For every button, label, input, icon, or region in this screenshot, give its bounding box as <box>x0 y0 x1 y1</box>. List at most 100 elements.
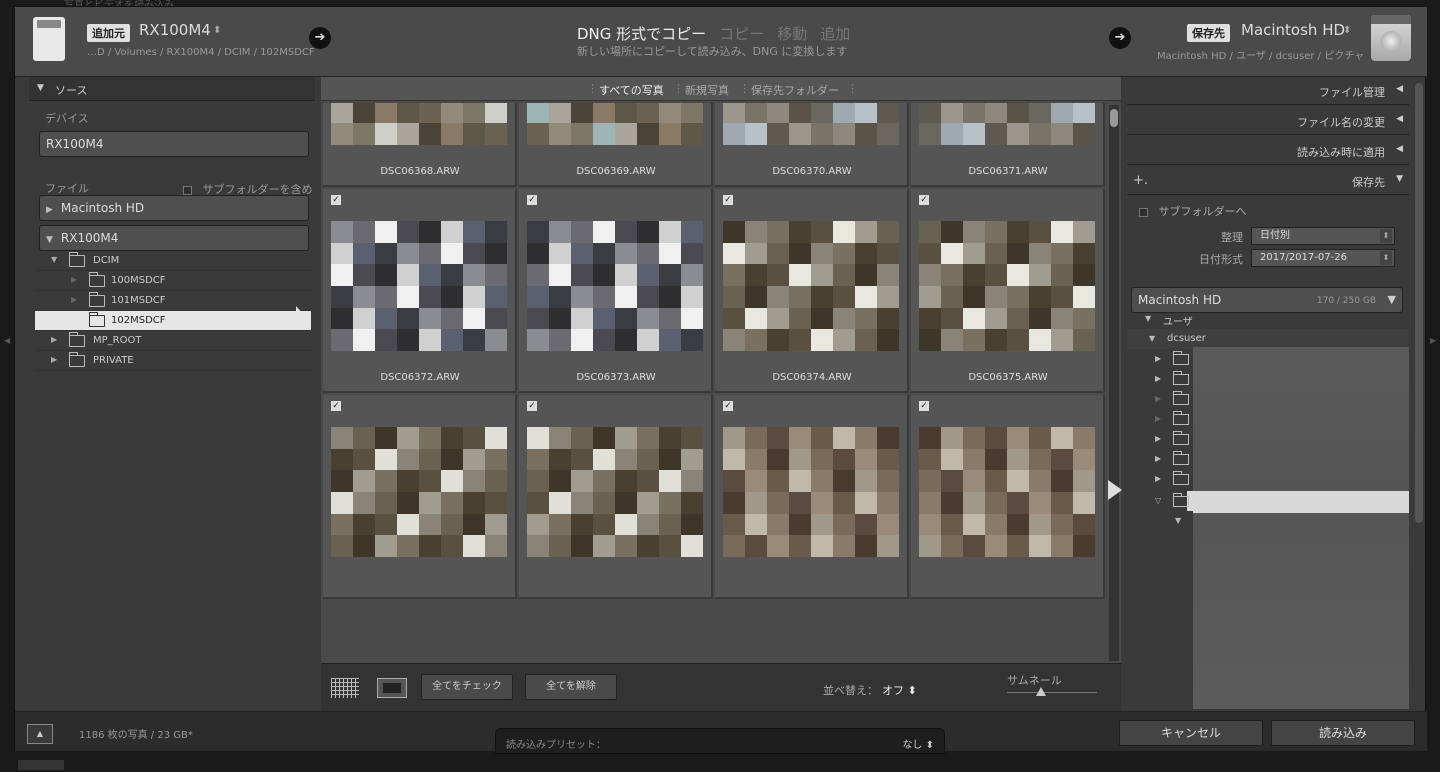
thumbnail-checkbox[interactable]: ✓ <box>527 195 537 205</box>
check-all-button[interactable]: 全てをチェック <box>421 674 513 700</box>
expand-triangle-icon[interactable]: ▶ <box>1155 474 1161 483</box>
tab-destination-folders[interactable]: 保存先フォルダー <box>751 82 839 98</box>
collapse-triangle-icon[interactable]: ▽ <box>1155 496 1161 505</box>
thumbnail-cell[interactable]: ✓DSC06368.ARW <box>323 103 517 187</box>
thumbnail-image[interactable] <box>527 427 703 557</box>
thumbnail-cell[interactable]: ✓DSC06370.ARW <box>715 103 909 187</box>
dest-arrow-icon[interactable]: ➔ <box>1109 27 1131 49</box>
tree-row-users[interactable]: ▼ ユーザ <box>1127 309 1409 329</box>
device-rx100m4-button[interactable]: RX100M4 <box>39 131 309 157</box>
folder-row-101msdcf[interactable]: ▶ 101MSDCF <box>35 291 311 311</box>
uncheck-all-button[interactable]: 全てを解除 <box>525 674 617 700</box>
thumbnail-checkbox[interactable]: ✓ <box>331 195 341 205</box>
thumbnail-cell[interactable]: ✓ DSC06373.ARW <box>519 189 713 393</box>
thumbnail-image[interactable] <box>331 221 507 351</box>
mode-move[interactable]: 移動 <box>777 25 807 43</box>
thumbnail-size-slider[interactable] <box>1007 692 1097 693</box>
thumbnail-image[interactable] <box>919 103 1095 145</box>
thumbnail-image[interactable] <box>723 427 899 557</box>
dest-name[interactable]: Macintosh HD <box>1241 21 1345 39</box>
tab-new-photos[interactable]: 新規写真 <box>685 82 729 98</box>
sort-value[interactable]: オフ ⬍ <box>882 684 917 697</box>
tree-row-dcsuser[interactable]: ▼ dcsuser <box>1127 329 1409 349</box>
thumbnail-checkbox[interactable]: ✓ <box>919 195 929 205</box>
file-rename-header[interactable]: ファイル名の変更 ◀ <box>1127 107 1409 135</box>
source-panel-header[interactable]: ▼ ソース <box>29 77 315 101</box>
date-format-select[interactable]: 2017/2017-07-26 ⬍ <box>1251 249 1395 267</box>
left-edge-arrow-icon[interactable]: ◀ <box>4 336 10 345</box>
thumbnail-image[interactable] <box>331 103 507 145</box>
into-subfolder-option[interactable]: サブフォルダーへ <box>1139 203 1247 219</box>
expand-triangle-icon: ▶ <box>71 295 78 304</box>
folder-row-102msdcf[interactable]: 102MSDCF <box>35 311 311 331</box>
expand-triangle-icon[interactable]: ▶ <box>51 355 57 364</box>
memory-card-icon[interactable] <box>33 17 65 61</box>
collapse-triangle-icon[interactable]: ▼ <box>51 255 57 264</box>
mode-copy-dng[interactable]: DNG 形式でコピー <box>577 25 706 43</box>
expand-triangle-icon[interactable]: ▶ <box>1155 454 1161 463</box>
destination-header[interactable]: +. 保存先 ▼ <box>1127 167 1409 195</box>
thumbnail-image[interactable] <box>723 221 899 351</box>
collapse-up-button[interactable]: ▲ <box>27 724 53 744</box>
hard-drive-icon[interactable] <box>1371 15 1411 61</box>
sort-control[interactable]: 並べ替え： オフ ⬍ <box>823 682 917 698</box>
collapse-triangle-icon[interactable]: ▼ <box>1145 314 1151 323</box>
include-subfolders-checkbox[interactable] <box>183 185 192 195</box>
preset-value[interactable]: なし ⬍ <box>902 736 934 751</box>
expand-triangle-icon[interactable]: ▶ <box>1155 434 1161 443</box>
thumbnail-cell[interactable]: ✓ <box>911 395 1105 599</box>
tab-all-photos[interactable]: すべての写真 <box>599 82 664 98</box>
thumbnail-cell[interactable]: ✓ <box>323 395 517 599</box>
volume-rx100m4[interactable]: ▼ RX100M4 <box>39 225 309 251</box>
thumbnail-image[interactable] <box>723 103 899 145</box>
thumbnail-image[interactable] <box>919 427 1095 557</box>
thumbnail-checkbox[interactable]: ✓ <box>723 401 733 411</box>
source-arrow-icon[interactable]: ➔ <box>309 27 331 49</box>
slider-knob[interactable] <box>1036 687 1046 696</box>
volume-macintosh-hd[interactable]: ▶ Macintosh HD <box>39 195 309 221</box>
expand-triangle-icon[interactable]: ▶ <box>1155 374 1161 383</box>
thumbnail-cell[interactable]: ✓ <box>519 395 713 599</box>
grid-scrollbar[interactable] <box>1109 105 1119 661</box>
add-folder-icon[interactable]: +. <box>1133 173 1148 188</box>
thumbnail-checkbox[interactable]: ✓ <box>527 401 537 411</box>
scrollbar-knob[interactable] <box>1110 109 1118 127</box>
mode-add[interactable]: 追加 <box>820 25 850 43</box>
expand-triangle-icon[interactable]: ▶ <box>51 335 57 344</box>
thumbnail-cell[interactable]: ✓DSC06369.ARW <box>519 103 713 187</box>
thumbnail-image[interactable] <box>919 221 1095 351</box>
thumbnail-checkbox[interactable]: ✓ <box>723 195 733 205</box>
import-button[interactable]: 読み込み <box>1271 720 1415 746</box>
folder-row-mp-root[interactable]: ▶ MP_ROOT <box>35 331 311 351</box>
cancel-button[interactable]: キャンセル <box>1119 720 1263 746</box>
loupe-view-icon[interactable] <box>377 678 407 698</box>
file-handling-header[interactable]: ファイル管理 ◀ <box>1127 77 1409 105</box>
import-preset-select[interactable]: 読み込みプリセット： なし ⬍ <box>495 728 945 754</box>
thumbnail-cell[interactable]: ✓ DSC06375.ARW <box>911 189 1105 393</box>
thumbnail-checkbox[interactable]: ✓ <box>919 401 929 411</box>
thumbnail-cell[interactable]: ✓ DSC06374.ARW <box>715 189 909 393</box>
source-caret-icon[interactable]: ⬍ <box>213 25 221 36</box>
into-subfolder-checkbox[interactable] <box>1139 207 1148 217</box>
dest-caret-icon[interactable]: ⬍ <box>1343 25 1351 36</box>
collapse-triangle-icon[interactable]: ▼ <box>1149 334 1155 343</box>
thumbnail-cell[interactable]: ✓ DSC06372.ARW <box>323 189 517 393</box>
thumbnail-image[interactable] <box>527 221 703 351</box>
thumbnail-cell[interactable]: ✓DSC06371.ARW <box>911 103 1105 187</box>
expand-triangle-icon[interactable]: ▶ <box>1155 354 1161 363</box>
collapse-triangle-icon[interactable]: ▼ <box>1175 516 1181 525</box>
mode-copy[interactable]: コピー <box>719 25 764 43</box>
folder-row-100msdcf[interactable]: ▶ 100MSDCF <box>35 271 311 291</box>
source-name[interactable]: RX100M4 <box>139 21 211 39</box>
thumbnail-checkbox[interactable]: ✓ <box>331 401 341 411</box>
folder-row-dcim[interactable]: ▼ DCIM <box>35 251 311 271</box>
thumbnail-image[interactable] <box>331 427 507 557</box>
apply-during-import-header[interactable]: 読み込み時に適用 ◀ <box>1127 137 1409 165</box>
right-edge-arrow-icon[interactable]: ▶ <box>1430 336 1436 345</box>
grid-view-icon[interactable] <box>331 678 359 698</box>
organize-select[interactable]: 日付別 ⬍ <box>1251 227 1395 245</box>
folder-row-private[interactable]: ▶ PRIVATE <box>35 351 311 371</box>
dest-scrollbar[interactable] <box>1415 83 1423 523</box>
thumbnail-cell[interactable]: ✓ <box>715 395 909 599</box>
thumbnail-image[interactable] <box>527 103 703 145</box>
